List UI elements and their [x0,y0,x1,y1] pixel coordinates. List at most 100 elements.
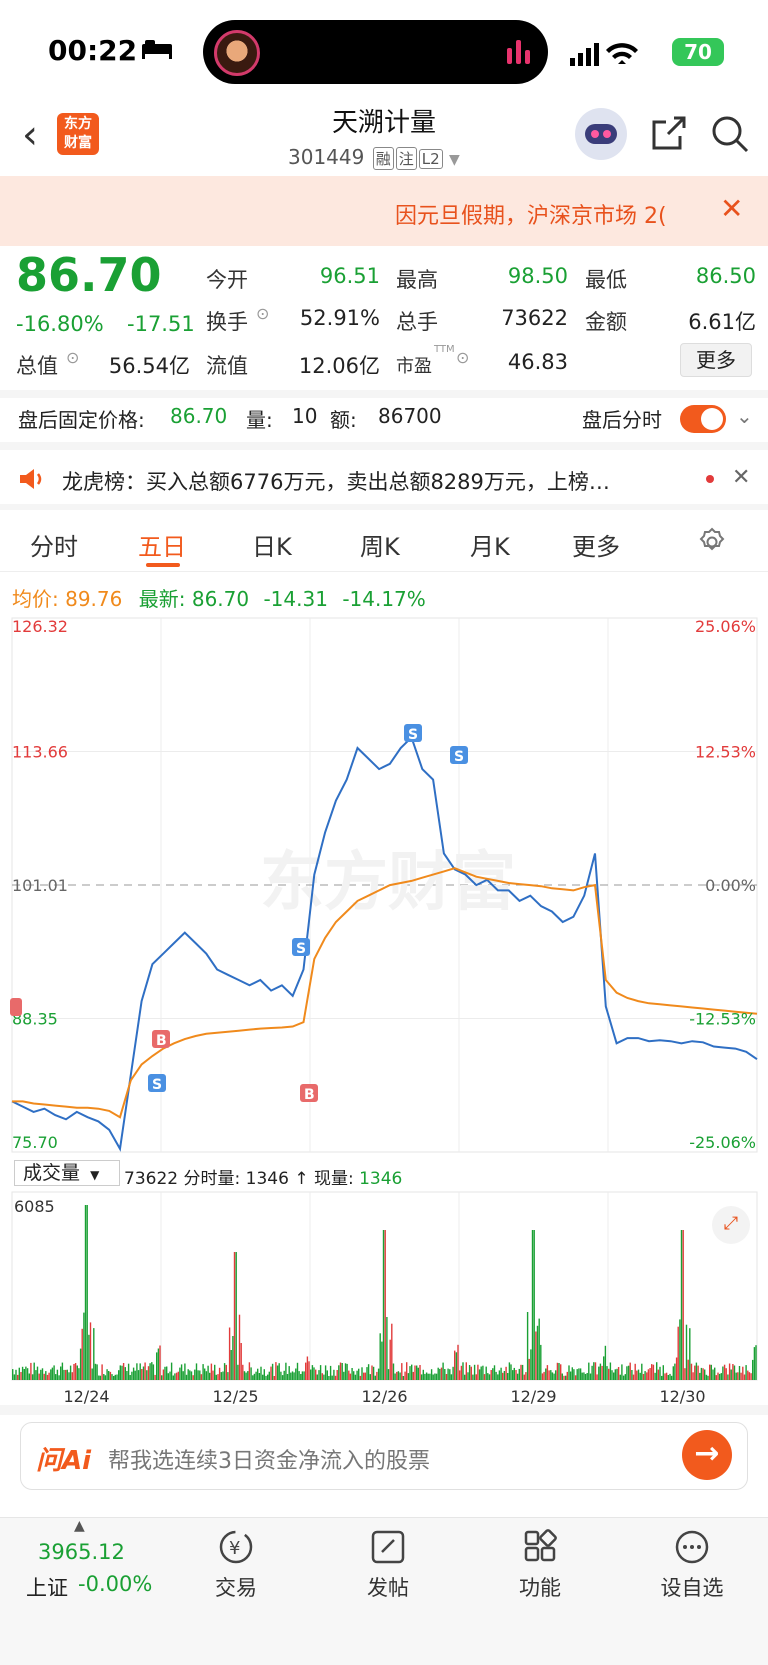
ask-ai-input[interactable]: 帮我选连续3日资金净流入的股票 [108,1443,430,1475]
volume-bar [20,1372,22,1380]
more-button[interactable]: 更多 [680,343,752,377]
nav-add-watchlist[interactable]: 设自选 [642,1572,742,1602]
tab-five-day[interactable]: 五日 [138,527,186,562]
live-avatar [214,30,260,76]
volume-bar [170,1362,173,1380]
svg-text:¥: ¥ [229,1538,240,1559]
ai-robot-icon[interactable] [575,108,627,160]
stock-code: 301449 [288,145,365,169]
close-icon[interactable]: ✕ [720,192,743,225]
info-icon[interactable]: ⊙ [256,304,269,323]
x-date-label: 12/30 [659,1387,705,1406]
volume-bar [725,1368,727,1380]
trade-icon[interactable]: ¥ [186,1528,286,1574]
search-icon[interactable] [710,114,750,158]
volume-bar [404,1371,406,1380]
volume-bar [339,1362,342,1380]
share-icon[interactable] [650,114,690,158]
indicator-select[interactable]: 成交量 ▼ [14,1160,120,1186]
volume-bar [665,1372,668,1380]
volume-bar [589,1373,592,1380]
volume-bar [730,1369,732,1380]
volume-bar [328,1376,330,1380]
volume-bar [505,1366,507,1380]
grid-apps-icon[interactable] [490,1528,590,1574]
volume-bar [315,1369,317,1380]
volume-bar [379,1333,381,1380]
stock-code-row[interactable]: 301449 融注 L2 ▼ [288,145,460,170]
tab-weekly-k[interactable]: 周K [360,527,400,562]
volume-bar [422,1369,424,1380]
tab-intraday[interactable]: 分时 [30,527,78,562]
volume-bar [649,1368,651,1380]
svg-text:S: S [408,727,418,743]
after-hours-time-label: 盘后分时 [582,408,662,432]
tab-daily-k[interactable]: 日K [252,527,292,562]
y-tick-left: 113.66 [12,743,68,762]
volume-bar [212,1370,214,1380]
volume-bar [225,1364,227,1380]
nav-trade[interactable]: 交易 [186,1572,286,1602]
volume-bar [526,1312,529,1380]
volume-bar [367,1364,370,1380]
volume-bar [513,1367,515,1380]
volume-chart[interactable]: 6085 12/24 12/25 12/26 12/29 12/30 [0,1190,768,1410]
volume-bar [23,1369,25,1380]
nav-functions[interactable]: 功能 [490,1572,590,1602]
more-dots-icon[interactable] [642,1528,742,1574]
volume-bar [392,1363,395,1380]
expand-icon[interactable]: ⤢ [712,1206,750,1244]
volume-bar [430,1369,433,1380]
arrow-right-icon[interactable]: → [682,1430,732,1480]
volume-bar [31,1374,34,1380]
volume-bar [435,1373,438,1380]
index-change[interactable]: -0.00% [78,1572,152,1596]
index-value[interactable]: 3965.12 [38,1540,125,1564]
volume-bar [507,1373,509,1380]
volume-bar [692,1372,694,1380]
volume-bar [267,1374,269,1380]
dropdown-icon[interactable]: ▼ [449,152,460,168]
volume-bar [495,1371,497,1380]
volume-bar [126,1371,128,1380]
label-pe: 市盈 [396,356,432,377]
after-hours-toggle[interactable] [680,405,726,433]
post-icon[interactable] [338,1528,438,1574]
volume-bar [548,1370,550,1380]
volume-bar [401,1363,403,1380]
tab-monthly-k[interactable]: 月K [470,527,510,562]
volume-bar [568,1365,570,1380]
price-chart[interactable]: 东方财富 126.32 25.06% 113.66 12.53% 101.01 0.00%… [0,614,768,1156]
label-amount: 金额 [585,310,627,334]
volume-bar [425,1372,428,1380]
volume-bar [482,1365,484,1380]
volume-bar [324,1365,327,1380]
volume-bar [180,1364,183,1380]
volume-bar [594,1362,597,1380]
volume-bar [617,1367,620,1380]
volume-bar [485,1366,487,1380]
close-icon[interactable]: ✕ [732,465,750,490]
index-name[interactable]: 上证 [26,1572,68,1602]
volume-bar [295,1368,297,1380]
chevron-down-icon[interactable]: ⌄ [736,404,753,428]
volume-bar [571,1367,573,1380]
dragon-tiger-text[interactable]: 龙虎榜：买入总额6776万元，卖出总额8289万元，上榜… [62,466,610,496]
info-icon[interactable]: ⊙ [66,348,79,367]
volume-bar [78,1368,80,1380]
volume-bar [13,1374,16,1380]
y-tick-right: 0.00% [705,876,756,895]
nav-post[interactable]: 发帖 [338,1572,438,1602]
volume-bar [202,1364,204,1380]
volume-bar [745,1365,747,1380]
volume-bar [336,1370,338,1380]
value-total-value: 56.54亿 [108,354,190,378]
volume-bar [103,1374,105,1380]
gear-icon[interactable] [696,526,728,562]
divider [0,390,768,398]
x-date-label: 12/26 [361,1387,407,1406]
volume-bar [727,1374,729,1380]
volume-bar [382,1230,385,1380]
volume-bar [682,1230,684,1380]
tab-more[interactable]: 更多 [572,527,620,562]
